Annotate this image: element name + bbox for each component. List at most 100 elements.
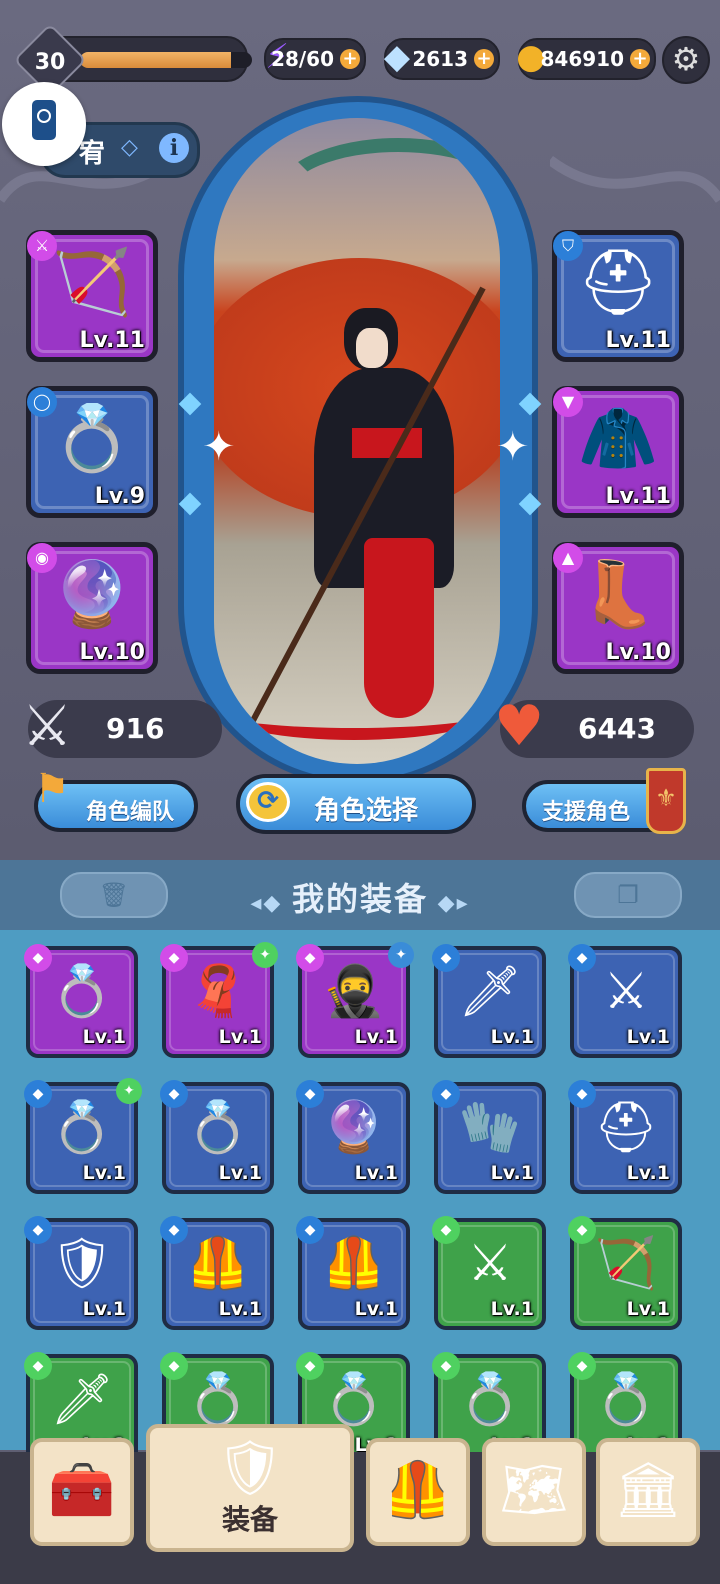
scythe-blade-art (224, 688, 484, 740)
inventory-item[interactable]: ◆ 🔮 Lv.1 (296, 1080, 410, 1194)
character-portrait[interactable] (214, 118, 500, 764)
nav-map[interactable]: 🗺 (482, 1438, 586, 1546)
leaf-ring-icon: 💍 (186, 1098, 250, 1156)
equipped-right-slot-boots[interactable]: ▲ 👢 Lv.10 (552, 542, 684, 674)
dragon-art (274, 138, 500, 256)
attack-value: 916 (106, 712, 165, 745)
hp-value: 6443 (578, 712, 656, 745)
item-level: Lv.1 (82, 1298, 126, 1320)
ring-icon: 💍 (50, 962, 114, 1020)
item-level: Lv.1 (626, 1026, 670, 1048)
nav-equipment[interactable]: 🛡 装备 (146, 1424, 354, 1552)
copy-icon[interactable]: ❐ (574, 872, 682, 918)
upgrade-badge-icon: ✦ (116, 1078, 142, 1104)
inventory-item[interactable]: ◆ 🦺 Lv.1 (296, 1216, 410, 1330)
hp-stat: ♥ 6443 (494, 694, 694, 759)
energy-counter[interactable]: ⚡ 28/60 + (264, 37, 366, 80)
sparkle-icon: ✦ (496, 424, 530, 470)
inventory-item[interactable]: ◆💍Lv.1 (24, 944, 138, 1058)
bow-icon: 🏹 (52, 246, 132, 320)
item-level: Lv.10 (605, 640, 671, 665)
item-level: Lv.1 (82, 1162, 126, 1184)
accessibility-float-button[interactable] (2, 82, 86, 166)
sword-icon: ⚔ (467, 1234, 513, 1292)
inventory-item[interactable]: ◆ 🧤 Lv.1 (432, 1080, 546, 1194)
item-level: Lv.1 (626, 1162, 670, 1184)
gold-ring-icon: 💍 (186, 1370, 250, 1428)
inventory-item[interactable]: ◆ ⛑ Lv.1 (568, 1080, 682, 1194)
purple-pendant-icon: 🔮 (52, 558, 132, 632)
inventory-item[interactable]: ◆ 🦺 Lv.1 (160, 1216, 274, 1330)
swap-icon: ⟳ (246, 782, 290, 822)
gold-counter[interactable]: ● 846910 + (516, 37, 656, 80)
add-gems-button[interactable]: + (474, 49, 494, 69)
item-level: Lv.1 (354, 1026, 398, 1048)
xp-fill (80, 52, 232, 68)
item-level: Lv.1 (354, 1162, 398, 1184)
gem-counter[interactable]: ◆ 2613 + (384, 37, 500, 80)
nav-hall[interactable]: 🏛 (596, 1438, 700, 1546)
nav-character[interactable]: 🦺 (366, 1438, 470, 1546)
inventory-item[interactable]: ◆ 🥷 Lv.1 ✦ (296, 942, 414, 1058)
nav-shop[interactable]: 🧰 (30, 1438, 134, 1546)
leaf-ring-icon: 💍 (52, 402, 132, 476)
banner-icon: ⚜ (646, 768, 686, 834)
equipped-right-slot-helmet[interactable]: ⛉ ⛑ Lv.11 (552, 230, 684, 362)
add-gold-button[interactable]: + (630, 49, 650, 69)
inventory-item[interactable]: ◆💍Lv.1 (160, 1080, 274, 1194)
inventory-item[interactable]: ◆ 💍 Lv.1 ✦ (24, 1078, 142, 1194)
equipment-title-text: 我的装备 (291, 880, 428, 918)
gold-ring-icon: 💍 (322, 1370, 386, 1428)
figure-sash (352, 428, 422, 458)
gold-ring-icon: 💍 (50, 1098, 114, 1156)
settings-gear-icon[interactable]: ⚙ (662, 36, 710, 84)
red-scarf-icon: 🧣 (186, 962, 250, 1020)
player-level-bar[interactable]: 30 (13, 23, 252, 97)
purple-armor-icon: 🦺 (186, 1234, 250, 1292)
sword-icon: ⚔ (603, 962, 649, 1020)
sword-icon: ⚔ (22, 694, 73, 759)
purple-pendant-icon: 🔮 (322, 1098, 386, 1156)
right-ornament (550, 155, 720, 203)
green-boots-icon: 👢 (578, 558, 658, 632)
attack-stat: ⚔ 916 (22, 694, 222, 759)
inventory-item[interactable]: ◆ 🏹 Lv.1 (568, 1216, 682, 1330)
add-energy-button[interactable]: + (340, 49, 360, 69)
character-select-button[interactable]: ⟳ 角色选择 (236, 774, 476, 834)
team-formation-label: 角色编队 (85, 800, 174, 825)
item-level: Lv.1 (490, 1162, 534, 1184)
equipped-left-slot-weapon[interactable]: ⚔ 🏹 Lv.11 (26, 230, 158, 362)
support-character-button[interactable]: 支援角色 ⚜ (522, 768, 686, 834)
equipped-left-slot-pendant[interactable]: ◉ 🔮 Lv.10 (26, 542, 158, 674)
purple-armor-icon: 🦺 (322, 1234, 386, 1292)
bracer-icon: 🧤 (458, 1098, 522, 1156)
team-formation-button[interactable]: ⚑ 角色编队 (34, 766, 198, 832)
item-level: Lv.11 (605, 484, 671, 509)
energy-value: 28/60 (271, 47, 334, 71)
dagger-icon: 🗡 (50, 1370, 114, 1428)
sword-shield-icon: 🛡 (215, 1436, 285, 1499)
equipment-header: 🗑 ◂◆ 我的装备 ◆▸ ❐ (0, 860, 720, 930)
item-level: Lv.11 (605, 328, 671, 353)
figure-face (356, 328, 388, 368)
equipped-right-slot-armor[interactable]: ▼ 🧥 Lv.11 (552, 386, 684, 518)
player-level: 30 (34, 50, 66, 75)
xp-bar (80, 52, 252, 68)
leaf-ring-icon: 💍 (594, 1370, 658, 1428)
flag-icon: ⚑ (34, 766, 70, 812)
upgrade-badge-icon: ✦ (388, 942, 414, 968)
helmet-icon: ⛑ (594, 1098, 658, 1156)
item-level: Lv.1 (218, 1026, 262, 1048)
inventory-item[interactable]: ◆ 🧣 Lv.1 ✦ (160, 942, 278, 1058)
info-icon[interactable]: i (159, 133, 189, 163)
phone-icon (32, 100, 56, 140)
sparkle-icon: ✦ (202, 424, 236, 470)
inventory-item[interactable]: ◆ ⚔ Lv.1 (432, 1216, 546, 1330)
inventory-item[interactable]: ◆🗡Lv.1 (432, 944, 546, 1058)
diamond-small-icon: ◇ (121, 135, 138, 160)
item-level: Lv.1 (626, 1298, 670, 1320)
item-level: Lv.1 (82, 1026, 126, 1048)
inventory-item[interactable]: ◆ 🛡 Lv.1 (24, 1216, 138, 1330)
inventory-item[interactable]: ◆ ⚔ Lv.1 (568, 944, 682, 1058)
equipped-left-slot-ring[interactable]: ◯ 💍 Lv.9 (26, 386, 158, 518)
